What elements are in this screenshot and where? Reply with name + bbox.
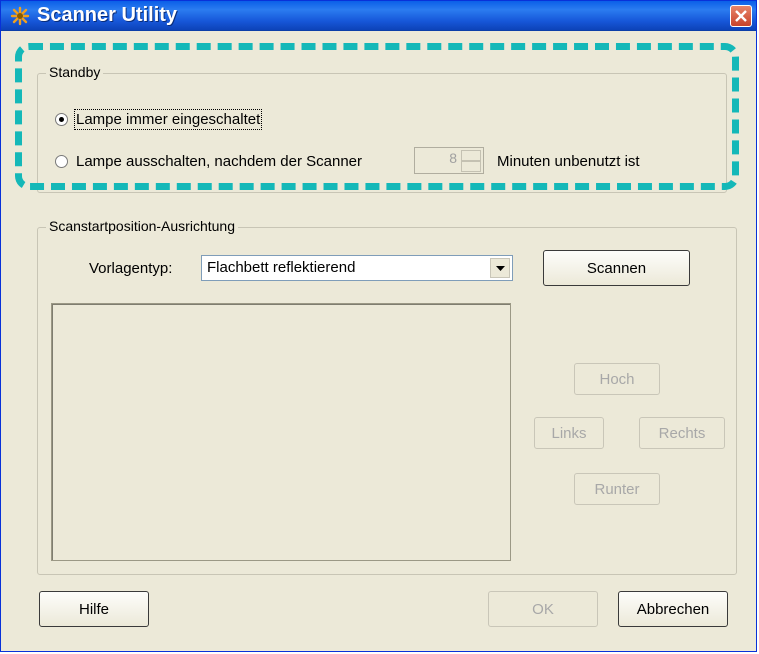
minutes-spin-arrows[interactable] bbox=[461, 150, 481, 172]
template-type-value: Flachbett reflektierend bbox=[207, 259, 356, 276]
standby-group-label: Standby bbox=[46, 64, 104, 80]
ok-button[interactable]: OK bbox=[488, 591, 598, 627]
minutes-spinner[interactable]: 8 bbox=[414, 147, 484, 174]
help-button[interactable]: Hilfe bbox=[39, 591, 149, 627]
template-type-select[interactable]: Flachbett reflektierend bbox=[201, 255, 513, 281]
scan-alignment-group-label: Scanstartposition-Ausrichtung bbox=[46, 218, 238, 234]
spin-down-arrow-icon[interactable] bbox=[461, 161, 481, 172]
window-title: Scanner Utility bbox=[37, 4, 178, 26]
radio-lamp-always-on[interactable]: Lampe immer eingeschaltet bbox=[55, 109, 263, 130]
spin-up-arrow-icon[interactable] bbox=[461, 150, 481, 161]
down-button[interactable]: Runter bbox=[574, 473, 660, 505]
left-button[interactable]: Links bbox=[534, 417, 604, 449]
scan-button[interactable]: Scannen bbox=[543, 250, 690, 286]
scanner-utility-window: Scanner Utility Standby Lampe immer eing… bbox=[0, 0, 757, 652]
cancel-button[interactable]: Abbrechen bbox=[618, 591, 728, 627]
minutes-value: 8 bbox=[449, 150, 457, 166]
radio-lamp-always-on-label: Lampe immer eingeschaltet bbox=[73, 109, 263, 130]
up-button[interactable]: Hoch bbox=[574, 363, 660, 395]
minutes-suffix-label: Minuten unbenutzt ist bbox=[497, 153, 640, 170]
close-icon bbox=[735, 10, 747, 22]
right-button[interactable]: Rechts bbox=[639, 417, 725, 449]
radio-lamp-off-after-button[interactable] bbox=[55, 155, 68, 168]
chevron-down-icon[interactable] bbox=[490, 258, 510, 278]
standby-group: Standby bbox=[37, 64, 727, 193]
close-button[interactable] bbox=[730, 5, 752, 27]
scanner-app-icon bbox=[10, 6, 30, 26]
radio-lamp-off-after[interactable]: Lampe ausschalten, nachdem der Scanner bbox=[55, 153, 362, 170]
title-bar[interactable]: Scanner Utility bbox=[1, 1, 756, 31]
template-type-label: Vorlagentyp: bbox=[89, 260, 173, 277]
preview-area bbox=[51, 303, 511, 561]
radio-lamp-always-on-button[interactable] bbox=[55, 113, 68, 126]
radio-lamp-off-after-label: Lampe ausschalten, nachdem der Scanner bbox=[76, 153, 363, 170]
